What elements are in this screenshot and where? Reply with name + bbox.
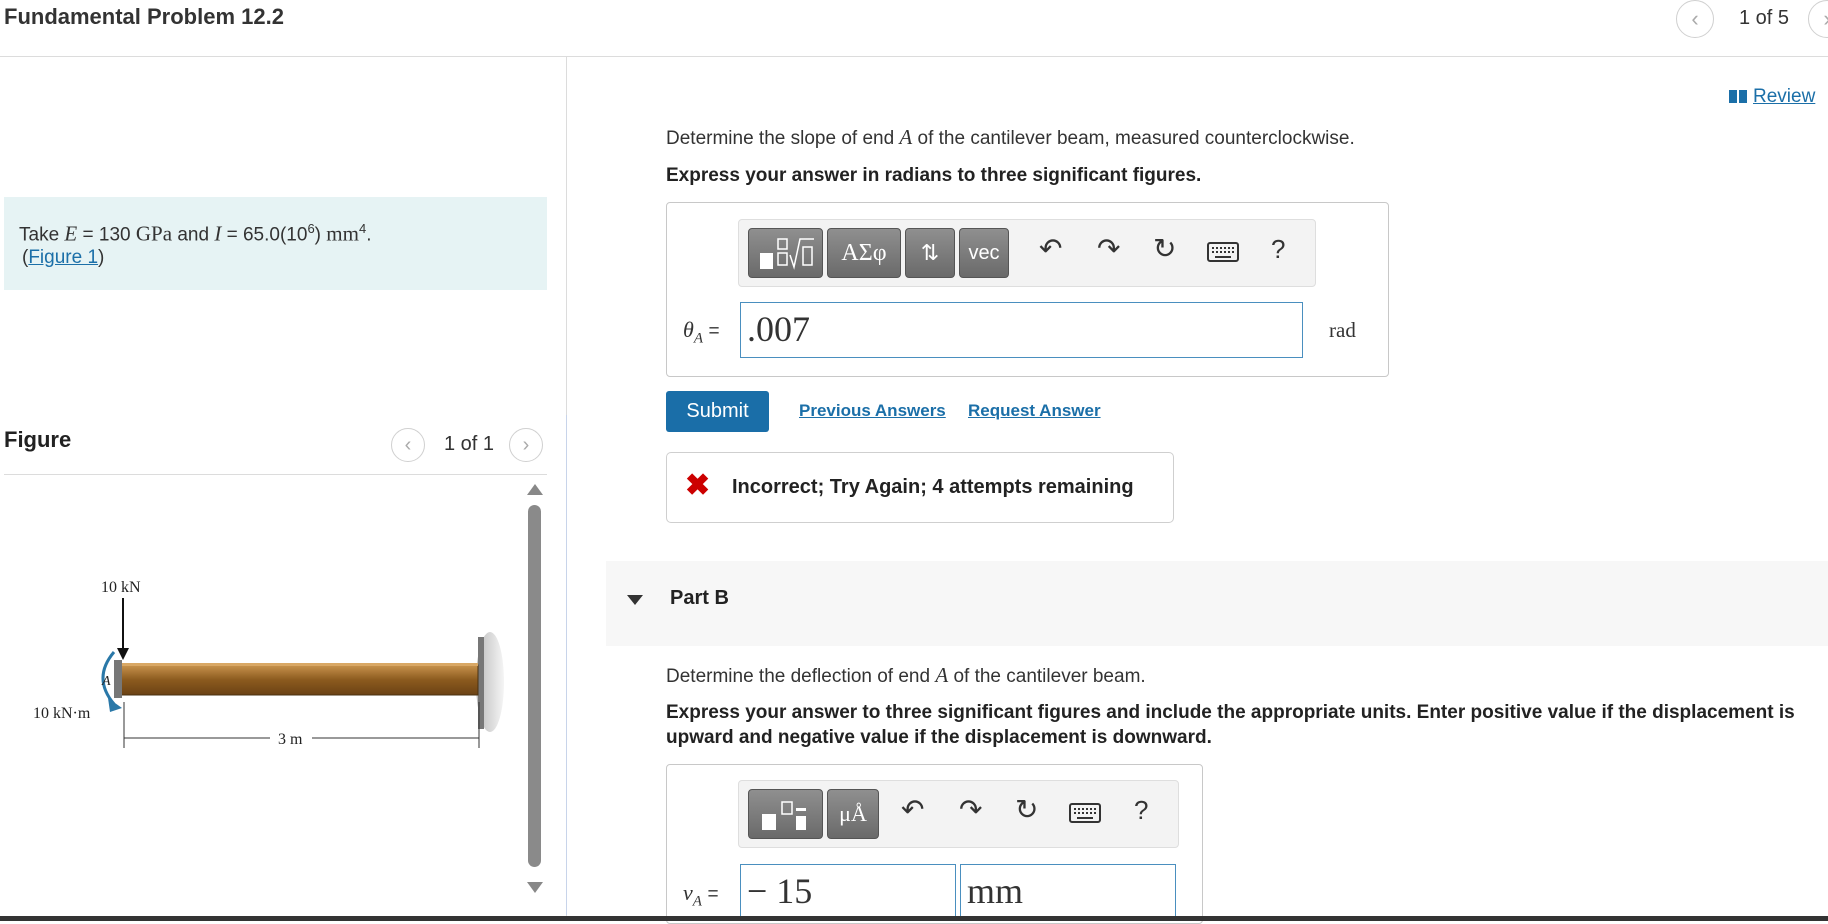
page-title: Fundamental Problem 12.2 <box>4 4 284 29</box>
reset-icon[interactable]: ↻ <box>1015 793 1038 826</box>
scroll-down-arrow[interactable] <box>527 882 543 893</box>
request-answer-link[interactable]: Request Answer <box>968 401 1101 421</box>
figure-next-button[interactable]: › <box>509 428 543 462</box>
figure-scrollbar-thumb[interactable] <box>528 505 541 867</box>
cantilever-beam-figure: 10 kN A 10 kN·m 3 m <box>33 579 504 748</box>
undo-icon[interactable]: ↶ <box>1039 232 1062 265</box>
error-x-icon: ✖ <box>685 469 711 502</box>
part-b-unit-input[interactable]: mm <box>960 864 1176 921</box>
previous-answers-link[interactable]: Previous Answers <box>799 401 946 421</box>
symbols-button[interactable]: ΑΣφ <box>827 228 901 278</box>
updown-arrows-icon: ⇅ <box>920 240 940 265</box>
redo-icon[interactable]: ↷ <box>1097 232 1120 265</box>
force-label: 10 kN <box>101 579 141 596</box>
part-b-math-toolbar: μÅ ↶ ↷ ↻ ? <box>738 780 1179 848</box>
part-a-question: Determine the slope of end A of the cant… <box>666 125 1355 149</box>
part-b-variable-label: vA = <box>683 880 719 910</box>
book-icon <box>1729 90 1747 103</box>
left-pane <box>0 56 566 921</box>
beam <box>117 664 479 696</box>
submit-button[interactable]: Submit <box>666 391 769 432</box>
undo-icon[interactable]: ↶ <box>901 793 924 826</box>
moment-label: 10 kN·m <box>33 705 91 722</box>
figure-previous-button[interactable]: ‹ <box>391 428 425 462</box>
help-button[interactable]: ? <box>1134 795 1148 826</box>
chevron-right-icon: › <box>1823 6 1828 32</box>
point-label: A <box>101 674 111 689</box>
keyboard-icon[interactable] <box>1207 242 1239 262</box>
review-link[interactable]: Review <box>1729 86 1815 108</box>
templates-icon <box>761 801 806 830</box>
part-a-instruction: Express your answer in radians to three … <box>666 165 1202 186</box>
units-button[interactable]: μÅ <box>827 789 879 839</box>
bottom-bar <box>0 916 1828 921</box>
figure-separator <box>4 474 547 475</box>
figure-pager: 1 of 1 <box>444 433 495 455</box>
part-b-header[interactable]: Part B <box>606 561 1828 646</box>
figure-heading: Figure <box>4 427 72 452</box>
feedback-text: Incorrect; Try Again; 4 attempts remaini… <box>732 476 1134 498</box>
chevron-left-icon: ‹ <box>404 433 412 456</box>
previous-item-button[interactable]: ‹ <box>1676 0 1714 38</box>
part-a-math-toolbar: ΑΣφ ⇅ vec ↶ ↷ ↻ ? <box>738 219 1316 287</box>
templates-icon <box>759 238 814 270</box>
pane-divider-highlight <box>566 415 567 915</box>
part-b-title: Part B <box>670 587 729 609</box>
moment-arrow-head <box>108 698 122 712</box>
vector-button[interactable]: vec <box>959 228 1009 278</box>
help-button[interactable]: ? <box>1271 234 1285 265</box>
redo-icon[interactable]: ↷ <box>959 793 982 826</box>
part-b-value-input[interactable]: − 15 <box>740 864 956 921</box>
part-a-unit: rad <box>1329 318 1356 342</box>
chevron-left-icon: ‹ <box>1691 6 1699 31</box>
chevron-right-icon: › <box>522 433 530 456</box>
figure-link-line: (Figure 1) <box>22 247 105 268</box>
header: Fundamental Problem 12.2 ‹ 1 of 5 › <box>0 0 1828 57</box>
length-label: 3 m <box>278 731 303 748</box>
force-arrow-head <box>117 648 129 660</box>
part-b-instruction: Express your answer to three significant… <box>666 702 1795 748</box>
subscript-button[interactable]: ⇅ <box>905 228 955 278</box>
given-values: Take E = 130 GPa and I = 65.0(106) mm4. <box>19 221 372 246</box>
part-a-variable-label: θA = <box>683 317 720 347</box>
beam-top-edge <box>118 663 478 666</box>
templates-button[interactable] <box>748 789 823 839</box>
item-pager: 1 of 5 <box>1739 7 1790 29</box>
reset-icon[interactable]: ↻ <box>1153 232 1176 265</box>
keyboard-icon[interactable] <box>1069 803 1101 823</box>
end-plate <box>114 660 122 698</box>
templates-button[interactable] <box>748 228 823 278</box>
feedback-box: ✖ Incorrect; Try Again; 4 attempts remai… <box>666 452 1174 523</box>
part-a-answer-input[interactable]: .007 <box>740 302 1303 358</box>
next-item-button[interactable]: › <box>1808 0 1828 38</box>
collapse-caret-icon[interactable] <box>627 595 643 605</box>
part-b-question: Determine the deflection of end A of the… <box>666 663 1146 687</box>
figure-link[interactable]: Figure 1 <box>28 247 98 268</box>
scroll-up-arrow[interactable] <box>527 484 543 495</box>
